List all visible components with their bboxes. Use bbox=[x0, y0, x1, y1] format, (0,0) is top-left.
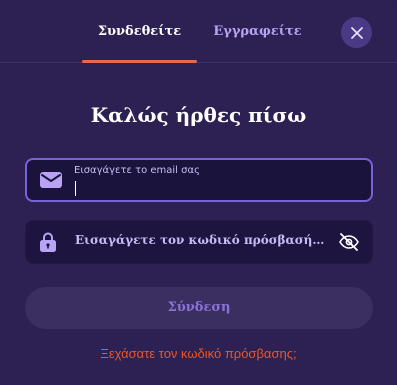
text-caret bbox=[75, 181, 76, 196]
login-button[interactable]: Σύνδεση bbox=[25, 287, 373, 329]
close-button[interactable] bbox=[341, 17, 372, 48]
login-modal: Συνδεθείτε Εγγραφείτε Καλώς ήρθες πίσω Ε… bbox=[0, 0, 397, 385]
email-field[interactable]: Εισαγάγετε το email σας bbox=[25, 158, 373, 202]
close-icon bbox=[350, 26, 364, 40]
eye-off-icon[interactable] bbox=[338, 233, 360, 251]
password-placeholder: Εισαγάγετε τον κωδικό πρόσβασής σας bbox=[75, 233, 325, 247]
forgot-password-link[interactable]: Ξεχάσατε τον κωδικό πρόσβασης; bbox=[0, 344, 397, 364]
auth-tabs: Συνδεθείτε Εγγραφείτε bbox=[0, 0, 397, 63]
tab-register[interactable]: Εγγραφείτε bbox=[210, 22, 305, 42]
lock-icon bbox=[40, 232, 56, 252]
email-field-label: Εισαγάγετε το email σας bbox=[74, 165, 200, 176]
active-tab-indicator bbox=[82, 60, 197, 63]
page-title: Καλώς ήρθες πίσω bbox=[90, 103, 307, 127]
password-field[interactable]: Εισαγάγετε τον κωδικό πρόσβασής σας bbox=[25, 220, 373, 264]
email-input[interactable] bbox=[77, 179, 357, 197]
tab-login[interactable]: Συνδεθείτε bbox=[82, 22, 197, 42]
envelope-icon bbox=[40, 172, 62, 188]
